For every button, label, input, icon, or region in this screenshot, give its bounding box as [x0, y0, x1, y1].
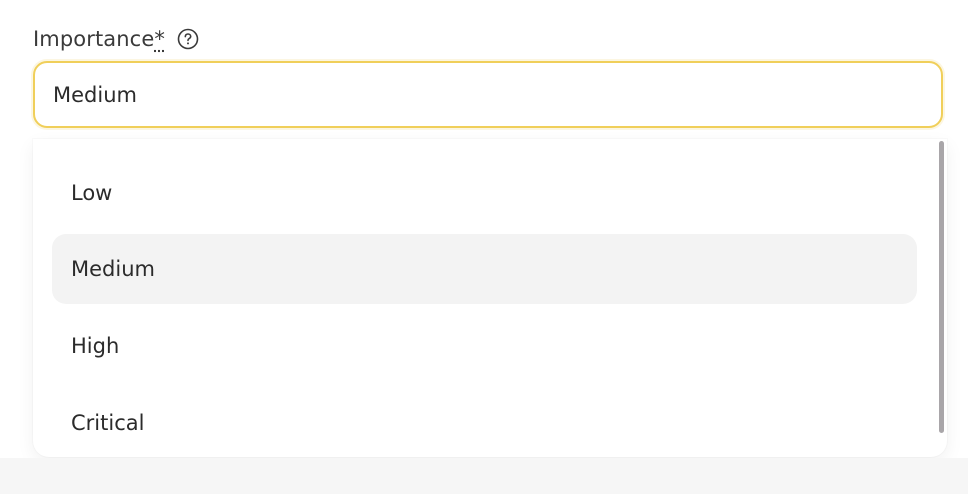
importance-dropdown-menu[interactable]: Low Medium High Critical [33, 139, 947, 457]
dropdown-scrollbar[interactable] [939, 141, 944, 433]
field-label-row: Importance * [33, 24, 199, 54]
scrollbar-thumb[interactable] [939, 141, 944, 433]
importance-select[interactable]: Medium [33, 61, 943, 128]
page: Importance * Medium Low Medium High Criti… [0, 0, 968, 494]
option-medium[interactable]: Medium [52, 234, 917, 304]
required-mark: * [154, 27, 165, 51]
bottom-bar [0, 458, 968, 494]
option-label: Medium [71, 257, 155, 281]
option-low[interactable]: Low [52, 158, 917, 228]
option-label: Low [71, 181, 113, 205]
option-label: Critical [71, 411, 145, 435]
select-value: Medium [53, 82, 137, 107]
option-critical[interactable]: Critical [52, 388, 917, 457]
question-circle-icon[interactable] [177, 28, 199, 50]
field-label: Importance [33, 27, 155, 51]
option-high[interactable]: High [52, 311, 917, 381]
option-label: High [71, 334, 120, 358]
